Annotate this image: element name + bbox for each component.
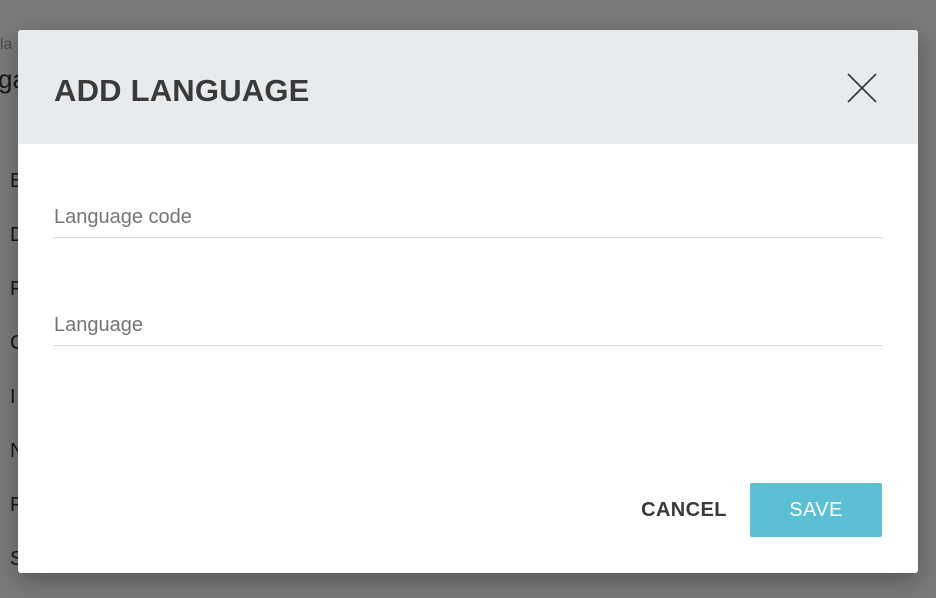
language-field[interactable] xyxy=(54,306,882,346)
dialog-title: ADD LANGUAGE xyxy=(54,73,310,108)
close-icon xyxy=(847,73,877,103)
language-input[interactable] xyxy=(54,314,882,337)
language-code-input[interactable] xyxy=(54,206,882,229)
cancel-button[interactable]: CANCEL xyxy=(628,483,740,537)
close-button[interactable] xyxy=(844,70,880,106)
add-language-dialog: ADD LANGUAGE CANCEL SAVE xyxy=(18,30,918,573)
language-code-field[interactable] xyxy=(54,198,882,238)
save-button[interactable]: SAVE xyxy=(750,483,882,537)
dialog-header: ADD LANGUAGE xyxy=(18,30,918,144)
